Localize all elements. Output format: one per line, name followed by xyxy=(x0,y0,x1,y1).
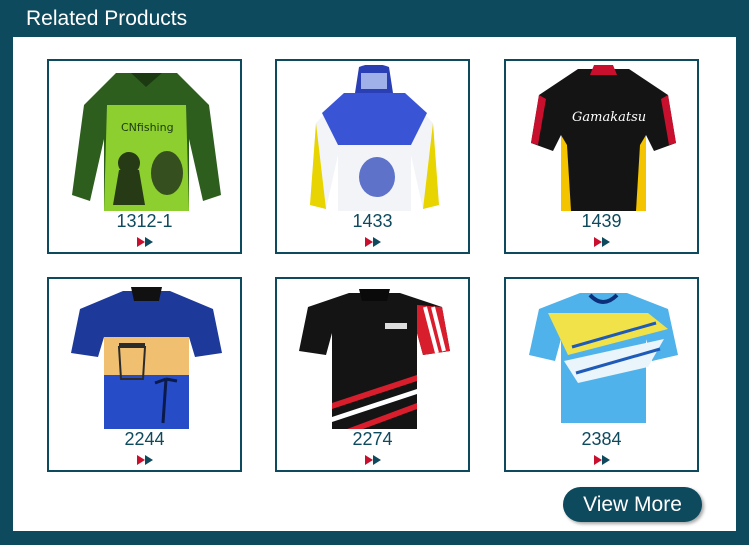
product-code[interactable]: 1439 xyxy=(506,211,697,232)
product-image[interactable] xyxy=(71,283,222,431)
view-more-button[interactable]: View More xyxy=(563,487,702,522)
product-image[interactable]: CNfishing xyxy=(71,65,222,213)
product-card[interactable]: 2244 xyxy=(47,277,242,472)
product-image[interactable] xyxy=(528,283,679,431)
double-arrow-icon[interactable] xyxy=(136,455,154,465)
products-panel: CNfishing 1312-1 1433 Gamakatsu 1439 224… xyxy=(13,37,736,531)
product-image[interactable]: Gamakatsu xyxy=(528,65,679,213)
double-arrow-icon[interactable] xyxy=(593,237,611,247)
svg-text:CNfishing: CNfishing xyxy=(121,121,174,134)
product-card[interactable]: 2384 xyxy=(504,277,699,472)
double-arrow-icon[interactable] xyxy=(364,455,382,465)
product-code[interactable]: 2274 xyxy=(277,429,468,450)
page-frame: Related Products CNfishing 1312-1 1433 G… xyxy=(0,0,749,545)
svg-text:Gamakatsu: Gamakatsu xyxy=(572,110,646,125)
product-code[interactable]: 1433 xyxy=(277,211,468,232)
product-card[interactable]: CNfishing 1312-1 xyxy=(47,59,242,254)
product-code[interactable]: 1312-1 xyxy=(49,211,240,232)
section-header: Related Products xyxy=(0,0,749,37)
product-image[interactable] xyxy=(299,65,450,213)
product-card[interactable]: Gamakatsu 1439 xyxy=(504,59,699,254)
product-card[interactable]: 2274 xyxy=(275,277,470,472)
product-image[interactable] xyxy=(299,283,450,431)
double-arrow-icon[interactable] xyxy=(136,237,154,247)
double-arrow-icon[interactable] xyxy=(364,237,382,247)
double-arrow-icon[interactable] xyxy=(593,455,611,465)
product-card[interactable]: 1433 xyxy=(275,59,470,254)
section-title: Related Products xyxy=(26,7,188,30)
product-code[interactable]: 2244 xyxy=(49,429,240,450)
product-code[interactable]: 2384 xyxy=(506,429,697,450)
